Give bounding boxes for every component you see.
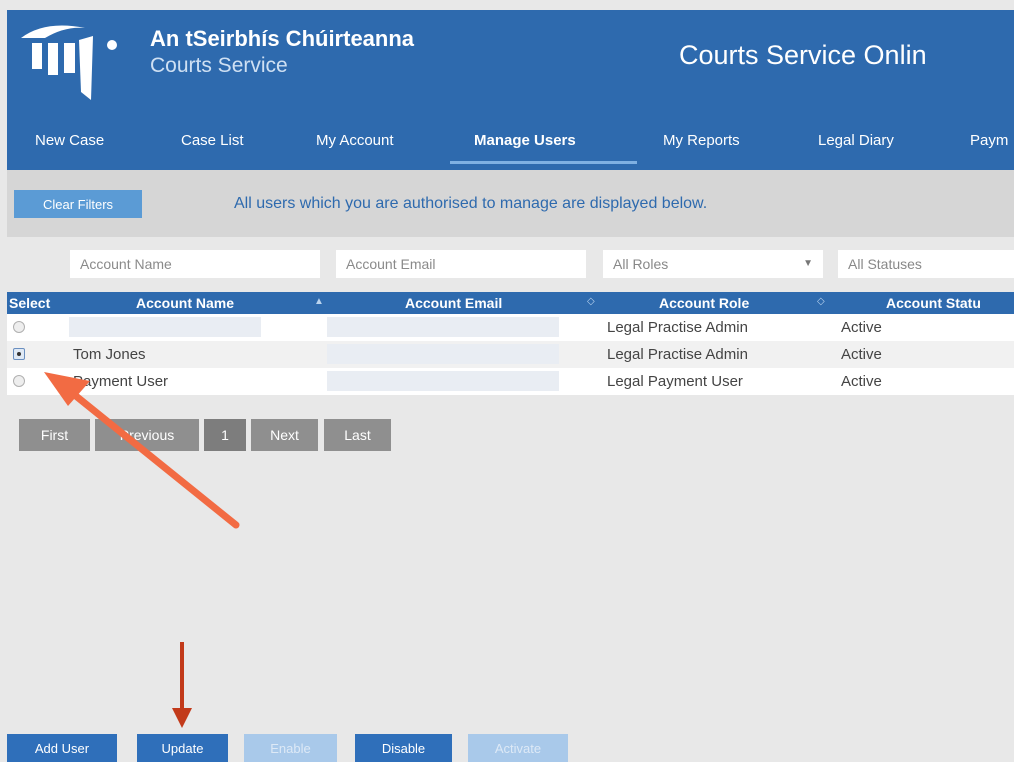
- account-name-filter[interactable]: [70, 250, 320, 278]
- main-nav: New Case Case List My Account Manage Use…: [7, 105, 1014, 165]
- table-row[interactable]: Payment User Legal Payment User Active: [7, 368, 1014, 395]
- activate-button[interactable]: Activate: [468, 734, 568, 762]
- courts-service-logo-icon: [21, 25, 117, 100]
- account-status-cell: Active: [841, 373, 882, 390]
- row-select-radio[interactable]: [13, 348, 25, 360]
- pagination-first-button[interactable]: First: [19, 419, 90, 451]
- account-email-filter[interactable]: [336, 250, 586, 278]
- nav-manage-users[interactable]: Manage Users: [474, 132, 576, 149]
- account-name-cell: Payment User: [73, 373, 169, 390]
- brand-irish-name: An tSeirbhís Chúirteanna: [150, 26, 415, 51]
- nav-my-reports[interactable]: My Reports: [663, 132, 740, 149]
- column-header-select: Select: [9, 295, 51, 311]
- info-bar: Clear Filters All users which you are au…: [7, 170, 1014, 237]
- pagination-previous-button[interactable]: Previous: [95, 419, 199, 451]
- enable-button[interactable]: Enable: [244, 734, 337, 762]
- sort-ascending-icon[interactable]: ▲: [314, 296, 324, 307]
- nav-payments[interactable]: Paym: [970, 132, 1008, 149]
- pagination-page-1[interactable]: 1: [204, 419, 246, 451]
- redacted-account-name: [69, 317, 261, 337]
- add-user-button[interactable]: Add User: [7, 734, 117, 762]
- pagination-last-button[interactable]: Last: [324, 419, 391, 451]
- account-status-cell: Active: [841, 346, 882, 363]
- account-name-cell: Tom Jones: [73, 346, 146, 363]
- column-header-account-name[interactable]: Account Name: [136, 295, 234, 311]
- table-row[interactable]: Legal Practise Admin Active: [7, 314, 1014, 341]
- brand-english-name: Courts Service: [150, 54, 288, 77]
- row-select-radio[interactable]: [13, 375, 25, 387]
- redacted-account-email: [327, 371, 559, 391]
- roles-select[interactable]: All Roles ▼: [603, 250, 823, 278]
- column-header-account-role[interactable]: Account Role: [659, 295, 749, 311]
- chevron-down-icon: ▼: [803, 258, 813, 269]
- account-role-cell: Legal Practise Admin: [607, 346, 748, 363]
- account-role-cell: Legal Payment User: [607, 373, 743, 390]
- column-header-account-status[interactable]: Account Statu: [886, 295, 981, 311]
- info-message: All users which you are authorised to ma…: [234, 195, 708, 212]
- row-select-radio[interactable]: [13, 321, 25, 333]
- active-tab-indicator: [450, 161, 637, 164]
- statuses-select[interactable]: All Statuses: [838, 250, 1014, 278]
- nav-my-account[interactable]: My Account: [316, 132, 394, 149]
- account-status-cell: Active: [841, 319, 882, 336]
- column-header-account-email[interactable]: Account Email: [405, 295, 502, 311]
- redacted-account-email: [327, 317, 559, 337]
- roles-select-value: All Roles: [613, 256, 669, 272]
- table-row[interactable]: Tom Jones Legal Practise Admin Active: [7, 341, 1014, 368]
- sort-icon[interactable]: ◇: [587, 296, 595, 307]
- users-table-header: Select Account Name ▲ Account Email ◇ Ac…: [7, 292, 1014, 314]
- update-button[interactable]: Update: [137, 734, 228, 762]
- sort-icon[interactable]: ◇: [817, 296, 825, 307]
- nav-case-list[interactable]: Case List: [181, 132, 244, 149]
- redacted-account-email: [327, 344, 559, 364]
- pagination-next-button[interactable]: Next: [251, 419, 318, 451]
- disable-button[interactable]: Disable: [355, 734, 452, 762]
- statuses-select-value: All Statuses: [848, 256, 922, 272]
- nav-legal-diary[interactable]: Legal Diary: [818, 132, 894, 149]
- nav-new-case[interactable]: New Case: [35, 132, 104, 149]
- app-header: An tSeirbhís Chúirteanna Courts Service …: [7, 10, 1014, 170]
- clear-filters-button[interactable]: Clear Filters: [14, 190, 142, 218]
- app-title: Courts Service Onlin: [679, 40, 927, 70]
- account-role-cell: Legal Practise Admin: [607, 319, 748, 336]
- red-arrow-icon: [172, 642, 192, 728]
